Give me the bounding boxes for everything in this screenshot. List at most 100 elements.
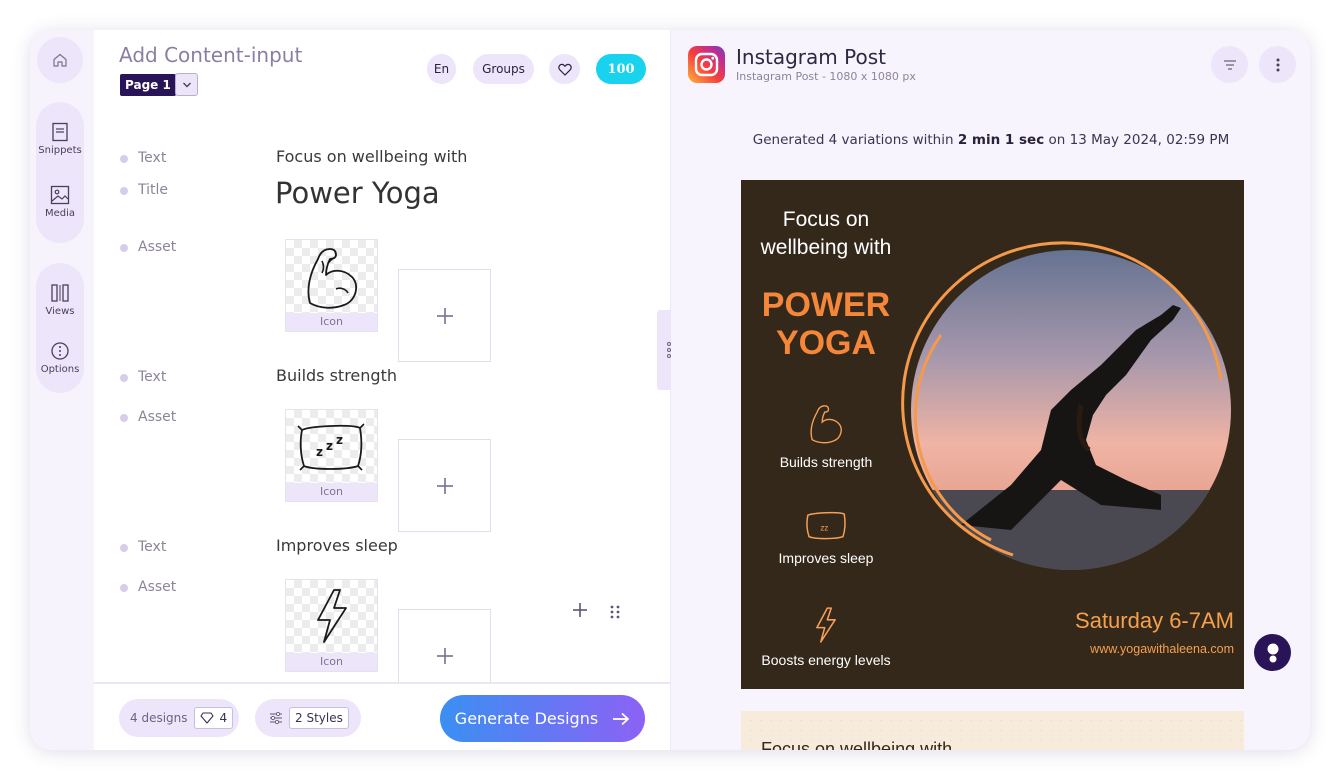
add-asset-button[interactable] xyxy=(398,439,491,532)
poster-feature: Boosts energy levels xyxy=(741,606,911,668)
field-type-label: Asset xyxy=(138,239,177,255)
add-asset-button[interactable] xyxy=(398,269,491,362)
plus-icon xyxy=(573,603,587,617)
design-preview-card-2[interactable]: Focus on wellbeing with xyxy=(741,711,1244,750)
rail-label-views: Views xyxy=(45,306,75,317)
title-input[interactable]: Power Yoga xyxy=(275,176,440,210)
asset-thumbnail[interactable]: Icon xyxy=(285,239,378,332)
rail-label-options: Options xyxy=(40,364,80,375)
media-icon xyxy=(50,185,70,205)
field-dot xyxy=(120,244,128,252)
arrow-right-icon xyxy=(613,712,630,725)
field-type-label: Text xyxy=(138,369,167,385)
more-options-button[interactable] xyxy=(1259,46,1296,83)
sliders-icon xyxy=(270,711,282,725)
poster-title-line1: POWER xyxy=(761,286,891,324)
plus-icon xyxy=(436,477,453,494)
field-dot xyxy=(120,155,128,163)
page-dropdown-button[interactable] xyxy=(175,73,198,96)
poster-feature: Builds strength xyxy=(741,402,911,470)
gen-time: 2 min 1 sec xyxy=(957,132,1045,148)
content-fields: Text Focus on wellbeing with Title Power… xyxy=(94,130,670,682)
rail-label-media: Media xyxy=(44,208,76,219)
panel-title: Add Content-input xyxy=(119,43,303,67)
poster-headline-line1: Focus on xyxy=(782,208,870,231)
svg-text:zz: zz xyxy=(820,523,828,532)
poster-title: POWER YOGA xyxy=(741,286,911,362)
rail-item-snippets[interactable]: Snippets xyxy=(36,122,84,156)
generation-summary: Generated 4 variations within 2 min 1 se… xyxy=(671,132,1310,148)
panel-footer: 4 designs 4 2 Styles Generate Designs xyxy=(94,682,670,750)
pillow-sleep-icon: z z z xyxy=(297,423,365,471)
home-button[interactable] xyxy=(37,37,83,83)
generate-label: Generate Designs xyxy=(454,709,599,728)
favorite-button[interactable] xyxy=(549,54,580,84)
rail-group-view: Views Options xyxy=(36,263,84,393)
rail-item-options[interactable]: Options xyxy=(36,341,84,375)
chevron-down-icon xyxy=(182,82,191,87)
styles-pill[interactable]: 2 Styles xyxy=(255,699,361,737)
field-type-label: Title xyxy=(138,182,169,198)
credits-badge: 100 xyxy=(596,54,646,84)
svg-text:z: z xyxy=(336,433,343,447)
rail-label-snippets: Snippets xyxy=(38,145,82,156)
asset-thumbnail[interactable]: z z z Icon xyxy=(285,409,378,502)
designs-label: 4 designs xyxy=(130,711,188,725)
designs-count-pill[interactable]: 4 designs 4 xyxy=(119,699,239,737)
text-input-strength[interactable]: Builds strength xyxy=(276,366,397,385)
plus-icon xyxy=(436,647,453,664)
field-dot xyxy=(120,187,128,195)
poster-date: Saturday 6-7AM xyxy=(1075,608,1234,633)
page-selector[interactable]: Page 1 xyxy=(120,74,176,96)
home-icon xyxy=(53,53,67,67)
assistant-button[interactable] xyxy=(1254,634,1291,671)
flexed-arm-icon xyxy=(810,405,842,444)
text-input-focus[interactable]: Focus on wellbeing with xyxy=(276,147,467,166)
designs-count-box[interactable]: 4 xyxy=(193,707,234,729)
gen-prefix: Generated 4 variations within xyxy=(752,132,954,148)
views-icon xyxy=(51,284,69,302)
add-field-button[interactable] xyxy=(572,602,588,622)
svg-text:z: z xyxy=(326,439,333,453)
poster-title-line2: YOGA xyxy=(775,324,877,362)
field-type-label: Text xyxy=(138,150,167,166)
poster-feature-text: Boosts energy levels xyxy=(761,652,891,668)
lightning-icon xyxy=(317,589,347,643)
lightning-icon xyxy=(816,607,836,643)
asset-thumbnail[interactable]: Icon xyxy=(285,579,378,672)
rail-item-views[interactable]: Views xyxy=(36,283,84,317)
app-window: Snippets Media Views Options Add Content… xyxy=(30,30,1310,750)
styles-count-box[interactable]: 2 Styles xyxy=(289,707,349,729)
snippets-icon xyxy=(52,122,68,142)
poster-feature-text: Builds strength xyxy=(779,454,873,470)
svg-text:z: z xyxy=(316,445,323,459)
generate-designs-button[interactable]: Generate Designs xyxy=(440,695,645,742)
text-input-sleep[interactable]: Improves sleep xyxy=(276,536,398,555)
rail-item-media[interactable]: Media xyxy=(36,185,84,219)
field-type-label: Asset xyxy=(138,409,177,425)
options-icon xyxy=(51,342,69,360)
preview-title: Instagram Post xyxy=(736,45,886,69)
field-type-label: Asset xyxy=(138,579,177,595)
field-dot xyxy=(120,584,128,592)
gen-suffix: on 13 May 2024, 02:59 PM xyxy=(1048,132,1230,148)
add-asset-button[interactable] xyxy=(398,609,491,682)
instagram-icon xyxy=(688,46,725,83)
left-rail: Snippets Media Views Options xyxy=(30,30,92,750)
drag-dots-icon xyxy=(610,605,620,619)
rail-group-content: Snippets Media xyxy=(36,102,84,243)
filter-button[interactable] xyxy=(1211,46,1248,83)
asset-caption: Icon xyxy=(286,483,377,501)
poster-headline: Focus on wellbeing with xyxy=(741,206,911,262)
content-input-panel: Add Content-input Page 1 En Groups 100 T… xyxy=(94,30,670,750)
poster-url: www.yogawithaleena.com xyxy=(1090,642,1234,656)
design-preview-card[interactable]: Focus on wellbeing with POWER YOGA Build… xyxy=(741,180,1244,689)
designs-count: 4 xyxy=(219,711,228,725)
language-button[interactable]: En xyxy=(427,54,456,84)
drag-handle[interactable] xyxy=(610,604,620,623)
groups-button[interactable]: Groups xyxy=(473,54,534,84)
pillow-sleep-icon: zz xyxy=(806,511,846,540)
asset-caption: Icon xyxy=(286,313,377,331)
plus-icon xyxy=(436,307,453,324)
field-dot xyxy=(120,414,128,422)
